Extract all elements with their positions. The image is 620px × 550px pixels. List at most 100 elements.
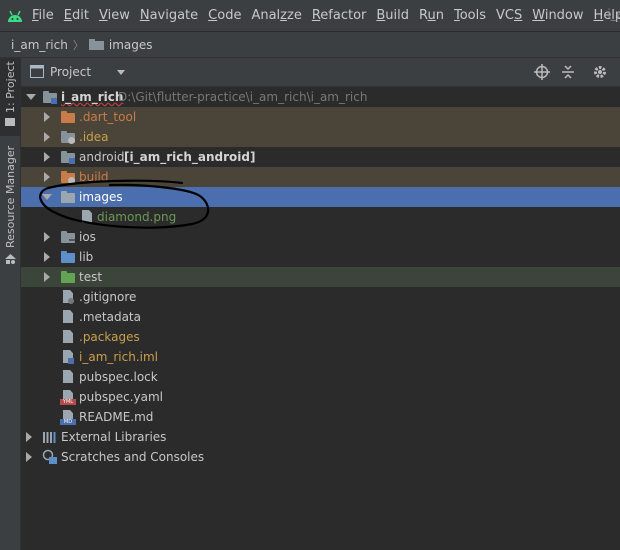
chevron-right-icon[interactable]: [44, 152, 50, 162]
tree-item-label: i_am_rich.iml: [79, 350, 159, 364]
tree-item-label: .metadata: [79, 310, 141, 324]
library-icon: [42, 429, 58, 445]
gear-icon[interactable]: [591, 63, 609, 81]
chevron-down-icon[interactable]: [26, 94, 36, 100]
chevron-right-icon[interactable]: [26, 452, 32, 462]
project-view-title[interactable]: Project: [50, 65, 91, 79]
menu-navigate[interactable]: Navigate: [140, 8, 198, 23]
locate-icon[interactable]: [533, 63, 551, 81]
tree-item-label: pubspec.lock: [79, 370, 158, 384]
tree-item-pubspec-yaml[interactable]: YML pubspec.yaml: [21, 387, 620, 407]
module-folder-icon: [60, 149, 76, 165]
text-file-icon: [60, 309, 76, 325]
tab-project[interactable]: 1: Project: [0, 58, 21, 136]
project-panel-header: Project: [21, 58, 620, 87]
resource-manager-icon: [5, 254, 16, 268]
tree-item-label: .idea: [79, 130, 109, 144]
tree-item-label: .gitignore: [79, 290, 137, 304]
tree-item-gitignore[interactable]: .gitignore: [21, 287, 620, 307]
tree-item-lib[interactable]: lib: [21, 247, 620, 267]
scratches-icon: [42, 449, 58, 465]
tree-item-label: External Libraries: [61, 430, 167, 444]
markdown-file-icon: MD: [60, 409, 76, 425]
tree-item-label: build: [79, 170, 109, 184]
tree-item-iml[interactable]: i_am_rich.iml: [21, 347, 620, 367]
module-name-label: [i_am_rich_android]: [124, 150, 256, 164]
tree-item-label: android: [79, 150, 125, 164]
chevron-right-icon[interactable]: [44, 252, 50, 262]
breadcrumb: i_am_rich 〉 images: [0, 31, 620, 58]
module-file-icon: [60, 349, 76, 365]
settings-folder-icon: [60, 129, 76, 145]
window-title: i_a: [607, 7, 620, 21]
tree-item-label: README.md: [79, 410, 154, 424]
menu-view[interactable]: View: [99, 8, 130, 23]
folder-icon: [60, 189, 76, 205]
chevron-right-icon[interactable]: [44, 232, 50, 242]
menu-window[interactable]: Window: [532, 8, 583, 23]
breadcrumb-separator: 〉: [72, 38, 84, 52]
tab-resource-manager-label: Resource Manager: [4, 145, 17, 248]
excluded-folder-icon: [60, 169, 76, 185]
menu-bar: File Edit View Navigate Code Analzze Ref…: [0, 0, 620, 31]
tree-item-test[interactable]: test: [21, 267, 620, 287]
tree-item-readme[interactable]: MD README.md: [21, 407, 620, 427]
menu-run[interactable]: Run: [419, 8, 444, 23]
breadcrumb-folder[interactable]: images: [109, 38, 153, 52]
chevron-down-icon[interactable]: [42, 194, 52, 200]
menu-vcs[interactable]: VCS: [496, 8, 522, 23]
module-folder-icon: [42, 89, 58, 105]
menu-edit[interactable]: Edit: [64, 8, 89, 23]
android-studio-logo-icon: [6, 7, 24, 25]
tree-item-label: pubspec.yaml: [79, 390, 163, 404]
tree-item-label: Scratches and Consoles: [61, 450, 205, 464]
tree-item-label: .dart_tool: [79, 110, 137, 124]
tab-resource-manager[interactable]: Resource Manager: [0, 146, 21, 270]
tree-item-ios[interactable]: ios: [21, 227, 620, 247]
tree-item-label: lib: [79, 250, 94, 264]
tree-item-images[interactable]: images: [21, 187, 620, 207]
tree-item-android[interactable]: android [i_am_rich_android]: [21, 147, 620, 167]
menu-analyze[interactable]: Analzze: [251, 8, 301, 23]
tree-item-dart-tool[interactable]: .dart_tool: [21, 107, 620, 127]
tree-item-label: diamond.png: [97, 210, 177, 224]
tree-item-metadata[interactable]: .metadata: [21, 307, 620, 327]
ignore-file-icon: [60, 289, 76, 305]
menu-build[interactable]: Build: [376, 8, 409, 23]
breadcrumb-project[interactable]: i_am_rich: [11, 38, 68, 52]
collapse-all-icon[interactable]: [559, 63, 577, 81]
tree-item-label: images: [79, 190, 123, 204]
tree-item-label: test: [79, 270, 103, 284]
chevron-down-icon[interactable]: [117, 70, 125, 75]
menu-tools[interactable]: Tools: [454, 8, 486, 23]
tree-item-build[interactable]: build: [21, 167, 620, 187]
chevron-right-icon[interactable]: [44, 112, 50, 122]
chevron-right-icon[interactable]: [44, 172, 50, 182]
left-tool-strip: 1: Project Resource Manager: [0, 58, 21, 550]
tree-item-label: .packages: [79, 330, 140, 344]
tree-item-scratches[interactable]: Scratches and Consoles: [21, 447, 620, 467]
project-tab-icon: [5, 118, 15, 126]
source-folder-icon: [60, 249, 76, 265]
folder-icon: [88, 39, 104, 50]
menu-code[interactable]: Code: [208, 8, 241, 23]
tree-item-label: ios: [79, 230, 96, 244]
chevron-right-icon[interactable]: [44, 272, 50, 282]
tree-root-row[interactable]: i_am_rich D:\Git\flutter-practice\i_am_r…: [21, 87, 620, 107]
image-file-icon: [79, 209, 95, 225]
tree-item-packages[interactable]: .packages: [21, 327, 620, 347]
tree-item-pubspec-lock[interactable]: pubspec.lock: [21, 367, 620, 387]
chevron-right-icon[interactable]: [26, 432, 32, 442]
tab-project-label: 1: Project: [4, 61, 17, 113]
tree-item-idea[interactable]: .idea: [21, 127, 620, 147]
folder-icon: [60, 229, 76, 245]
text-file-icon: [60, 329, 76, 345]
tree-item-diamond-png[interactable]: diamond.png: [21, 207, 620, 227]
tree-item-external-libraries[interactable]: External Libraries: [21, 427, 620, 447]
menu-refactor[interactable]: Refactor: [312, 8, 367, 23]
excluded-folder-icon: [60, 109, 76, 125]
root-project-name: i_am_rich: [61, 90, 124, 104]
menu-file[interactable]: File: [32, 8, 54, 23]
chevron-right-icon[interactable]: [44, 132, 50, 142]
yaml-file-icon: YML: [60, 389, 76, 405]
